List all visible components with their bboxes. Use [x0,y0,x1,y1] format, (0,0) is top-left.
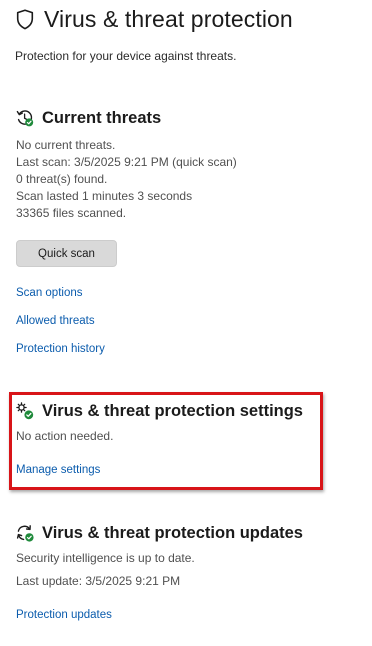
protection-settings-title: Virus & threat protection settings [42,401,303,420]
last-update-text: Last update: 3/5/2025 9:21 PM [16,574,181,588]
scan-options-link[interactable]: Scan options [16,287,83,299]
threat-status-text: No current threats. [16,138,116,152]
allowed-threats-link[interactable]: Allowed threats [16,315,95,327]
quick-scan-button[interactable]: Quick scan [16,240,117,267]
page-header: Virus & threat protection [16,6,293,33]
current-threats-details: No current threats. Last scan: 3/5/2025 … [16,137,237,222]
files-scanned-text: 33365 files scanned. [16,206,127,220]
page-subtitle: Protection for your device against threa… [15,49,237,63]
protection-settings-status: No action needed. [16,428,113,445]
current-threats-header: Current threats [16,107,161,129]
gears-check-icon [16,402,34,420]
refresh-check-icon [16,524,34,542]
intelligence-status-text: Security intelligence is up to date. [16,551,195,565]
last-scan-text: Last scan: 3/5/2025 9:21 PM (quick scan) [16,155,237,169]
page-title: Virus & threat protection [44,6,293,32]
scan-duration-text: Scan lasted 1 minutes 3 seconds [16,189,193,203]
clock-refresh-icon [16,109,34,127]
protection-updates-title: Virus & threat protection updates [42,523,303,542]
current-threats-title: Current threats [42,108,162,127]
protection-history-link[interactable]: Protection history [16,343,105,355]
threats-found-text: 0 threat(s) found. [16,172,108,186]
manage-settings-link[interactable]: Manage settings [16,464,100,476]
shield-icon [16,9,34,30]
settings-status-text: No action needed. [16,429,114,443]
protection-updates-details: Security intelligence is up to date. Las… [16,550,195,590]
protection-updates-header: Virus & threat protection updates [16,522,303,544]
protection-settings-section: Virus & threat protection settings [16,400,303,422]
protection-updates-link[interactable]: Protection updates [16,609,112,621]
protection-updates-section: Virus & threat protection updates [16,522,303,544]
protection-settings-header: Virus & threat protection settings [16,400,303,422]
virus-threat-protection-page: Virus & threat protection Protection for… [0,0,372,646]
current-threats-section: Current threats [16,107,161,129]
